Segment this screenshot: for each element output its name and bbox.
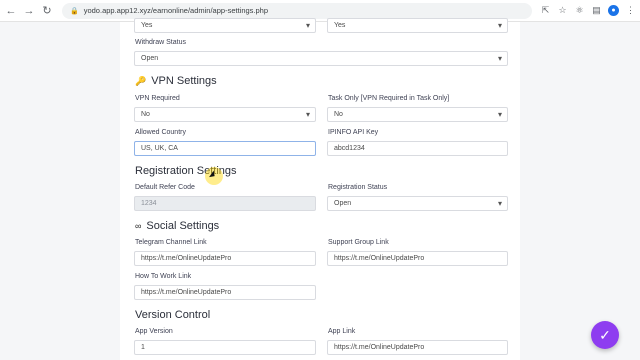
how-to-work-link-label: How To Work Link <box>135 273 192 280</box>
support-group-link-input[interactable]: https://t.me/OnlineUpdatePro <box>327 251 508 266</box>
extensions-icon[interactable]: ⚛ <box>574 5 585 16</box>
share-icon[interactable]: ⇱ <box>540 5 551 16</box>
withdraw-status-select[interactable]: Open <box>134 51 508 66</box>
ipinfo-api-key-input[interactable]: abcd1234 <box>327 141 508 156</box>
select-value: Open <box>141 55 159 62</box>
lock-icon: 🔒 <box>70 7 79 15</box>
registration-status-select[interactable]: Open <box>327 196 508 211</box>
star-icon[interactable]: ☆ <box>557 5 568 16</box>
input-value: https://t.me/OnlineUpdatePro <box>334 255 425 262</box>
allowed-country-input[interactable]: US, UK, CA <box>134 141 316 156</box>
allowed-country-label: Allowed Country <box>135 129 186 136</box>
select-value: No <box>141 111 150 118</box>
extension-icons: ⇱ ☆ ⚛ ▤ ● ⋮ <box>540 5 636 16</box>
default-refer-code-label: Default Refer Code <box>135 184 195 191</box>
section-title: Social Settings <box>146 220 220 232</box>
top-right-select[interactable]: Yes <box>327 18 508 33</box>
reload-icon[interactable]: ↻ <box>40 4 54 18</box>
registration-status-label: Registration Status <box>328 184 388 191</box>
address-bar[interactable]: 🔒 yodo.app.app12.xyz/earnonline/admin/ap… <box>62 2 532 19</box>
default-refer-code-input[interactable]: 1234 <box>134 196 316 211</box>
input-value: https://t.me/OnlineUpdatePro <box>141 289 232 296</box>
top-left-select[interactable]: Yes <box>134 18 316 33</box>
vpn-required-label: VPN Required <box>135 95 180 102</box>
select-value: Yes <box>141 22 153 29</box>
task-only-label: Task Only [VPN Required in Task Only] <box>328 95 450 102</box>
check-icon: ✓ <box>599 326 611 343</box>
section-title: VPN Settings <box>151 75 217 87</box>
how-to-work-link-input[interactable]: https://t.me/OnlineUpdatePro <box>134 285 316 300</box>
page-content: Yes Yes Withdraw Status Open 🔑 VPN Setti… <box>0 18 640 360</box>
input-value: 1 <box>141 344 145 351</box>
telegram-channel-link-label: Telegram Channel Link <box>135 239 207 246</box>
forward-icon[interactable]: → <box>22 4 36 18</box>
link-icon: ∞ <box>135 221 142 231</box>
input-value: https://t.me/OnlineUpdatePro <box>334 344 425 351</box>
select-value: Open <box>334 200 352 207</box>
vpn-settings-heading: 🔑 VPN Settings <box>135 75 217 87</box>
input-value: https://t.me/OnlineUpdatePro <box>141 255 232 262</box>
select-value: Yes <box>334 22 346 29</box>
app-link-input[interactable]: https://t.me/OnlineUpdatePro <box>327 340 508 355</box>
key-icon: 🔑 <box>135 75 147 86</box>
vpn-required-select[interactable]: No <box>134 107 316 122</box>
social-settings-heading: ∞ Social Settings <box>135 220 219 232</box>
back-icon[interactable]: ← <box>4 4 18 18</box>
app-version-label: App Version <box>135 328 173 335</box>
select-value: No <box>334 111 343 118</box>
version-control-heading: Version Control <box>135 309 210 321</box>
settings-card: Yes Yes Withdraw Status Open 🔑 VPN Setti… <box>120 18 520 360</box>
telegram-channel-link-input[interactable]: https://t.me/OnlineUpdatePro <box>134 251 316 266</box>
app-version-input[interactable]: 1 <box>134 340 316 355</box>
ipinfo-api-key-label: IPINFO API Key <box>328 129 379 136</box>
app-link-label: App Link <box>328 328 356 335</box>
input-value: abcd1234 <box>334 145 365 152</box>
support-group-link-label: Support Group Link <box>328 239 389 246</box>
sidebar-icon[interactable]: ▤ <box>591 5 602 16</box>
input-value: 1234 <box>141 200 157 207</box>
profile-avatar[interactable]: ● <box>608 5 619 16</box>
task-only-select[interactable]: No <box>327 107 508 122</box>
browser-toolbar: ← → ↻ 🔒 yodo.app.app12.xyz/earnonline/ad… <box>0 0 640 22</box>
menu-icon[interactable]: ⋮ <box>625 5 636 16</box>
section-title: Version Control <box>135 309 211 321</box>
input-value: US, UK, CA <box>141 145 178 152</box>
url-text: yodo.app.app12.xyz/earnonline/admin/app-… <box>83 6 269 15</box>
withdraw-status-label: Withdraw Status <box>135 39 186 46</box>
mouse-cursor-highlight <box>205 167 223 185</box>
save-fab-button[interactable]: ✓ <box>591 321 619 349</box>
